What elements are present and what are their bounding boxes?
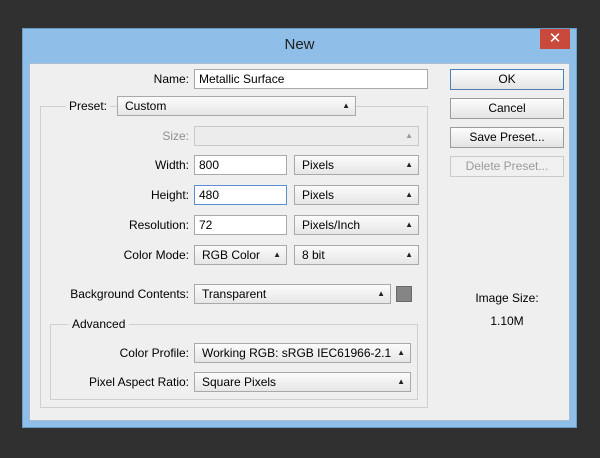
updown-arrow-icon: ▲▼ bbox=[405, 160, 413, 169]
width-input[interactable]: 800 bbox=[194, 155, 287, 175]
color-profile-dropdown[interactable]: Working RGB: sRGB IEC61966-2.1 ▲▼ bbox=[194, 343, 411, 363]
width-unit-value: Pixels bbox=[302, 158, 335, 172]
bit-depth-dropdown[interactable]: 8 bit ▲▼ bbox=[294, 245, 419, 265]
resolution-unit-dropdown[interactable]: Pixels/Inch ▲▼ bbox=[294, 215, 419, 235]
size-label: Size: bbox=[162, 129, 189, 143]
preset-dropdown[interactable]: Custom ▲▼ bbox=[117, 96, 356, 116]
updown-arrow-icon: ▲▼ bbox=[405, 250, 413, 259]
updown-arrow-icon: ▲▼ bbox=[405, 131, 413, 140]
title-bar: New ✕ bbox=[23, 29, 576, 63]
resolution-input[interactable]: 72 bbox=[194, 215, 287, 235]
image-size-label: Image Size: bbox=[475, 291, 539, 305]
pixel-aspect-ratio-label: Pixel Aspect Ratio: bbox=[88, 375, 189, 389]
dialog-title: New bbox=[284, 36, 315, 53]
preset-label: Preset: bbox=[66, 96, 111, 116]
pixel-aspect-ratio-dropdown[interactable]: Square Pixels ▲▼ bbox=[194, 372, 411, 392]
height-label: Height: bbox=[150, 188, 189, 202]
updown-arrow-icon: ▲▼ bbox=[273, 250, 281, 259]
height-unit-dropdown[interactable]: Pixels ▲▼ bbox=[294, 185, 419, 205]
resolution-unit-value: Pixels/Inch bbox=[302, 218, 361, 232]
ok-button[interactable]: OK bbox=[450, 69, 564, 90]
background-contents-value: Transparent bbox=[202, 287, 267, 301]
size-dropdown[interactable]: ▲▼ bbox=[194, 126, 419, 146]
height-unit-value: Pixels bbox=[302, 188, 335, 202]
updown-arrow-icon: ▲▼ bbox=[342, 101, 350, 110]
updown-arrow-icon: ▲▼ bbox=[405, 190, 413, 199]
background-contents-dropdown[interactable]: Transparent ▲▼ bbox=[194, 284, 391, 304]
cancel-button[interactable]: Cancel bbox=[450, 98, 564, 119]
updown-arrow-icon: ▲▼ bbox=[377, 289, 385, 298]
resolution-label: Resolution: bbox=[128, 218, 189, 232]
close-icon: ✕ bbox=[548, 30, 562, 47]
save-preset-button[interactable]: Save Preset... bbox=[450, 127, 564, 148]
color-profile-value: Working RGB: sRGB IEC61966-2.1 bbox=[202, 346, 392, 360]
color-profile-label: Color Profile: bbox=[119, 346, 189, 360]
name-input[interactable]: Metallic Surface bbox=[194, 69, 428, 89]
width-unit-dropdown[interactable]: Pixels ▲▼ bbox=[294, 155, 419, 175]
new-document-dialog: New ✕ Name: Metallic Surface Preset: Cus… bbox=[22, 28, 577, 428]
background-color-swatch[interactable] bbox=[396, 286, 412, 302]
color-mode-dropdown[interactable]: RGB Color ▲▼ bbox=[194, 245, 287, 265]
background-contents-label: Background Contents: bbox=[70, 287, 189, 301]
bit-depth-value: 8 bit bbox=[302, 248, 325, 262]
updown-arrow-icon: ▲▼ bbox=[397, 348, 405, 357]
pixel-aspect-ratio-value: Square Pixels bbox=[202, 375, 277, 389]
advanced-legend: Advanced bbox=[68, 316, 130, 332]
width-label: Width: bbox=[154, 158, 189, 172]
delete-preset-button[interactable]: Delete Preset... bbox=[450, 156, 564, 177]
height-input[interactable]: 480 bbox=[194, 185, 287, 205]
preset-value: Custom bbox=[125, 99, 167, 113]
close-button[interactable]: ✕ bbox=[540, 29, 570, 49]
image-size-value: 1.10M bbox=[490, 314, 524, 328]
updown-arrow-icon: ▲▼ bbox=[405, 220, 413, 229]
updown-arrow-icon: ▲▼ bbox=[397, 377, 405, 386]
dialog-body: Name: Metallic Surface Preset: Custom ▲▼… bbox=[29, 63, 570, 421]
name-label: Name: bbox=[153, 72, 189, 86]
color-mode-value: RGB Color bbox=[202, 248, 261, 262]
color-mode-label: Color Mode: bbox=[123, 248, 189, 262]
